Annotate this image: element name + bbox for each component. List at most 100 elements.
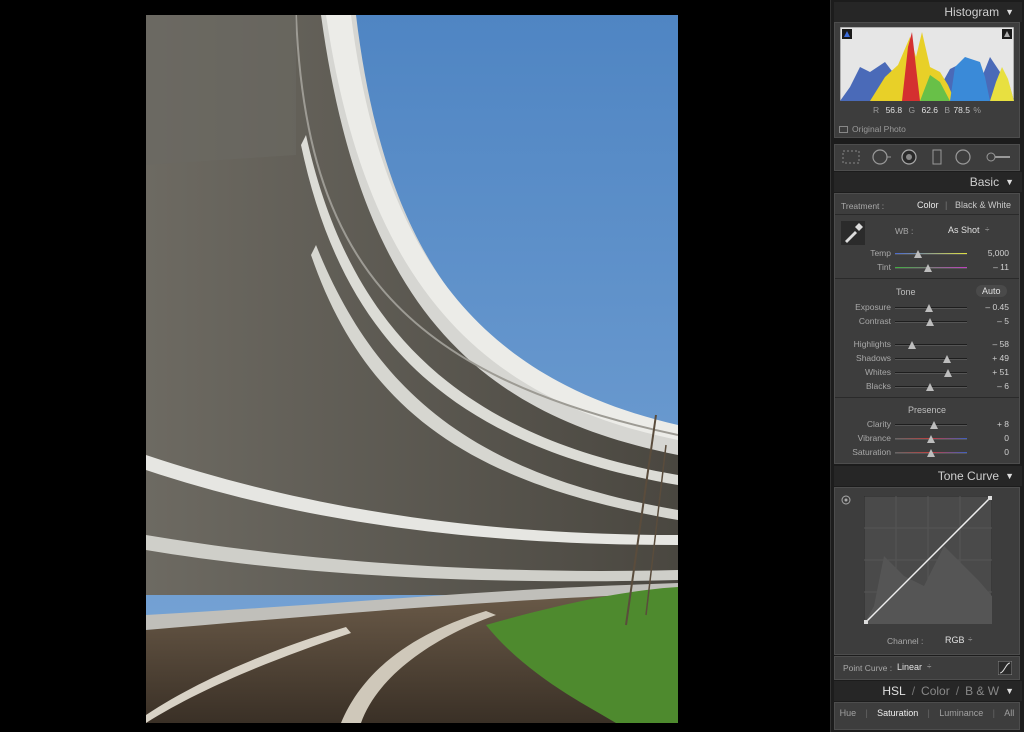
graduated-filter-icon[interactable] — [932, 149, 942, 165]
vibrance-value[interactable]: 0 — [969, 433, 1009, 443]
clarity-slider-thumb[interactable] — [929, 421, 938, 429]
histogram-header[interactable]: Histogram ▼ — [834, 2, 1022, 22]
basic-header[interactable]: Basic ▼ — [834, 172, 1022, 192]
channel-dropdown-arrow-icon[interactable]: ÷ — [968, 635, 972, 644]
spot-removal-icon[interactable] — [872, 149, 891, 165]
tool-strip — [834, 144, 1020, 171]
tab-divider: | — [927, 708, 930, 718]
highlights-slider-thumb[interactable] — [908, 341, 917, 349]
hsl-tab[interactable]: HSL — [882, 684, 905, 698]
exposure-slider-row[interactable]: Exposure – 0.45 — [835, 302, 1019, 314]
vibrance-label: Vibrance — [857, 433, 891, 443]
temp-slider-row[interactable]: Temp 5,000 — [835, 248, 1019, 260]
whites-track[interactable] — [895, 372, 967, 374]
point-curve-label: Point Curve : — [843, 663, 893, 673]
target-adjustment-icon[interactable] — [841, 495, 851, 505]
whites-value[interactable]: + 51 — [969, 367, 1009, 377]
collapse-triangle-icon[interactable]: ▼ — [1005, 471, 1014, 481]
treatment-color-button[interactable]: Color — [917, 200, 939, 210]
tone-curve-panel: Channel : RGB ÷ — [834, 487, 1020, 655]
wb-dropdown[interactable]: As Shot — [948, 225, 980, 235]
highlights-track[interactable] — [895, 344, 967, 346]
white-balance-picker-icon[interactable] — [841, 221, 865, 245]
collapse-triangle-icon[interactable]: ▼ — [1005, 177, 1014, 187]
vibrance-slider-row[interactable]: Vibrance 0 — [835, 433, 1019, 445]
collapse-triangle-icon[interactable]: ▼ — [1005, 686, 1014, 696]
red-eye-icon[interactable] — [901, 149, 917, 165]
point-curve-dropdown-arrow-icon[interactable]: ÷ — [927, 662, 931, 671]
wb-dropdown-arrow-icon[interactable]: ÷ — [985, 225, 989, 234]
vibrance-slider-thumb[interactable] — [927, 435, 935, 443]
treatment-divider: | — [945, 200, 948, 210]
whites-label: Whites — [865, 367, 891, 377]
contrast-slider-thumb[interactable] — [925, 318, 934, 326]
channel-dropdown[interactable]: RGB — [945, 635, 965, 645]
shadows-value[interactable]: + 49 — [969, 353, 1009, 363]
right-panel: Histogram ▼ R 56.8 G 62.6 B 78.5 % Origi… — [830, 0, 1024, 732]
edit-point-curve-icon[interactable] — [998, 661, 1012, 675]
shadows-track[interactable] — [895, 358, 967, 360]
exposure-value[interactable]: – 0.45 — [969, 302, 1009, 312]
original-photo-label: Original Photo — [852, 124, 906, 134]
photo[interactable] — [146, 15, 678, 723]
crop-icon[interactable] — [842, 150, 860, 164]
saturation-label: Saturation — [852, 447, 891, 457]
color-tab[interactable]: Color — [921, 684, 950, 698]
blacks-slider-thumb[interactable] — [925, 383, 934, 391]
blacks-slider-row[interactable]: Blacks – 6 — [835, 381, 1019, 393]
hsl-subtab-hue[interactable]: Hue — [840, 708, 857, 718]
tone-curve-graph[interactable] — [864, 496, 992, 624]
highlights-value[interactable]: – 58 — [969, 339, 1009, 349]
clarity-value[interactable]: + 8 — [969, 419, 1009, 429]
auto-tone-button[interactable]: Auto — [976, 285, 1007, 297]
temp-track[interactable] — [895, 253, 967, 255]
whites-slider-row[interactable]: Whites + 51 — [835, 367, 1019, 379]
bw-tab[interactable]: B & W — [965, 684, 999, 698]
clarity-label: Clarity — [866, 419, 891, 429]
collapse-triangle-icon[interactable]: ▼ — [1005, 7, 1014, 17]
tint-slider-row[interactable]: Tint – 11 — [835, 262, 1019, 274]
shadows-slider-row[interactable]: Shadows + 49 — [835, 353, 1019, 365]
presence-section-label: Presence — [907, 405, 947, 415]
exposure-slider-thumb[interactable] — [924, 304, 933, 312]
saturation-slider-thumb[interactable] — [927, 449, 935, 457]
contrast-slider-row[interactable]: Contrast – 5 — [835, 316, 1019, 328]
r-value: 56.8 — [885, 105, 903, 115]
r-label: R — [873, 105, 880, 115]
wb-label: WB : — [895, 226, 914, 236]
saturation-value[interactable]: 0 — [969, 447, 1009, 457]
tone-section-label: Tone — [896, 287, 916, 297]
temp-slider-thumb[interactable] — [914, 250, 923, 258]
shadows-slider-thumb[interactable] — [942, 355, 951, 363]
whites-slider-thumb[interactable] — [943, 369, 952, 377]
basic-panel: Treatment : Color | Black & White WB : A… — [834, 193, 1020, 464]
tone-curve-title: Tone Curve — [937, 469, 1000, 483]
photo-canvas — [0, 0, 828, 732]
clarity-slider-row[interactable]: Clarity + 8 — [835, 419, 1019, 431]
g-label: G — [908, 105, 916, 115]
blacks-value[interactable]: – 6 — [969, 381, 1009, 391]
hsl-subtab-all[interactable]: All — [1004, 708, 1014, 718]
saturation-slider-row[interactable]: Saturation 0 — [835, 447, 1019, 459]
treatment-bw-button[interactable]: Black & White — [955, 200, 1011, 210]
radial-filter-icon[interactable] — [955, 149, 971, 165]
tint-slider-thumb[interactable] — [924, 264, 933, 272]
tone-curve-header[interactable]: Tone Curve ▼ — [834, 466, 1022, 486]
b-value: 78.5 — [953, 105, 970, 115]
tint-value[interactable]: – 11 — [969, 262, 1009, 272]
tint-label: Tint — [877, 262, 891, 272]
channel-label: Channel : — [887, 636, 924, 646]
hsl-subtab-luminance[interactable]: Luminance — [939, 708, 983, 718]
temp-value[interactable]: 5,000 — [969, 248, 1009, 258]
adjustment-brush-icon[interactable] — [986, 152, 1010, 162]
hsl-subtabs: Hue | Saturation | Luminance | All — [835, 708, 1019, 718]
point-curve-dropdown[interactable]: Linear — [897, 662, 922, 672]
hsl-subtab-saturation[interactable]: Saturation — [877, 708, 918, 718]
hsl-header[interactable]: HSL / Color / B & W ▼ — [834, 681, 1022, 701]
contrast-value[interactable]: – 5 — [969, 316, 1009, 326]
original-photo-toggle[interactable]: Original Photo — [839, 124, 906, 134]
exposure-label: Exposure — [855, 302, 891, 312]
checkbox-icon[interactable] — [839, 125, 848, 133]
percent-sign: % — [973, 105, 981, 115]
highlights-slider-row[interactable]: Highlights – 58 — [835, 339, 1019, 351]
